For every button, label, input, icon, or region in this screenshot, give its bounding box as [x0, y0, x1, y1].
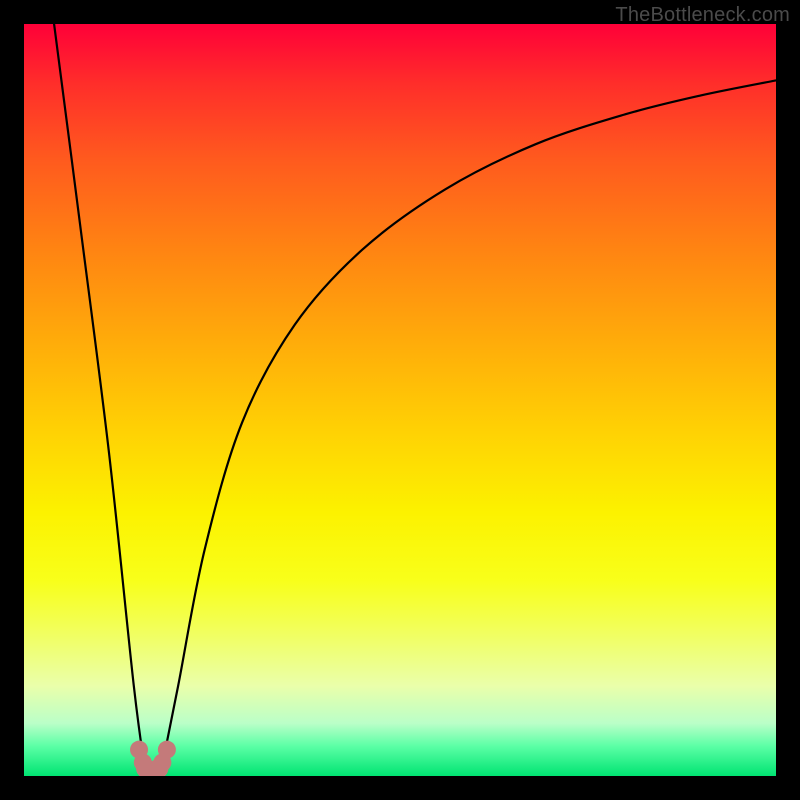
marker-dot	[158, 741, 176, 759]
curve-left	[54, 24, 146, 776]
curve-overlay	[24, 24, 776, 776]
curve-right	[160, 80, 776, 776]
curve-markers	[130, 741, 176, 776]
plot-area	[24, 24, 776, 776]
attribution-watermark: TheBottleneck.com	[615, 4, 790, 27]
chart-frame: TheBottleneck.com	[0, 0, 800, 800]
